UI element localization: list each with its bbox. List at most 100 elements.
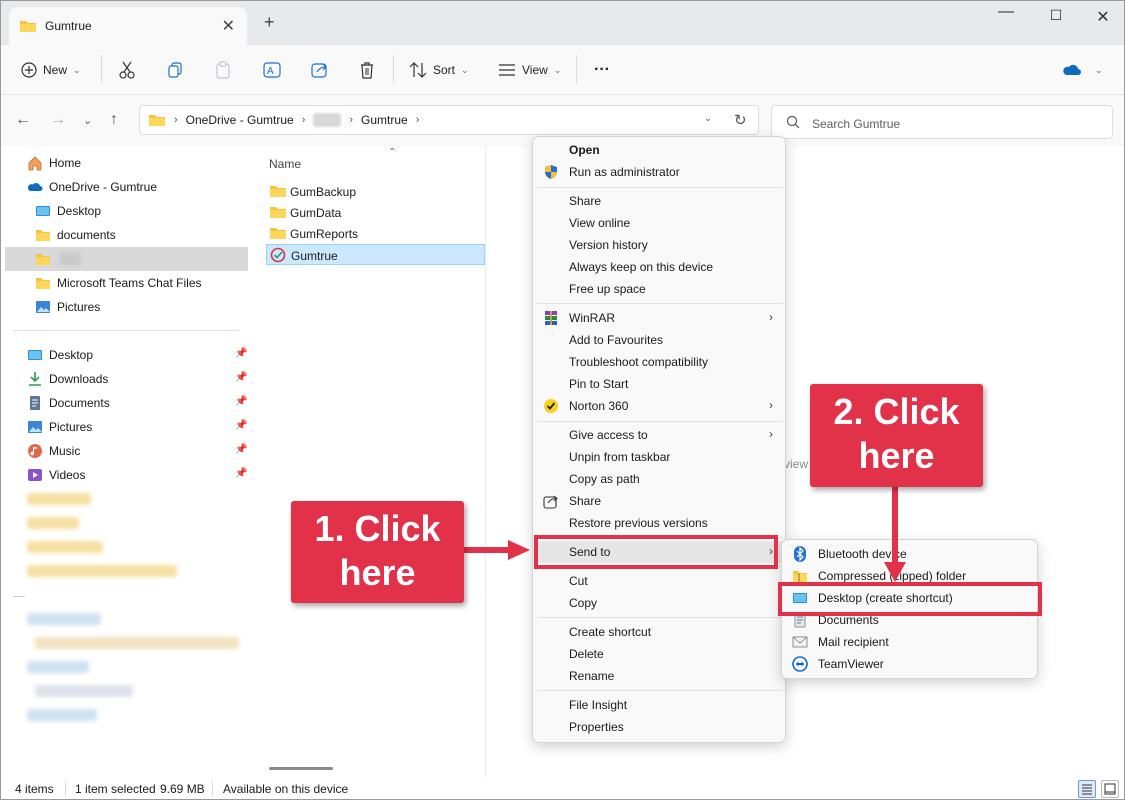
nav-item-desktop[interactable]: Desktop	[5, 199, 248, 223]
menu-item-copy[interactable]: Copy	[537, 592, 783, 614]
menu-item-winrar[interactable]: WinRAR ›	[537, 307, 783, 329]
redacted-pinned-item[interactable]	[27, 517, 79, 529]
file-row-gumreports[interactable]: GumReports	[266, 223, 485, 244]
documents-icon	[30, 396, 40, 410]
forward-arrow-icon[interactable]: →	[50, 111, 66, 129]
step-2-line-1: 2. Click	[833, 391, 960, 432]
redacted-nav-item[interactable]	[27, 661, 89, 673]
redacted-nav-item[interactable]	[35, 637, 239, 649]
pin-icon[interactable]: 📌	[235, 348, 247, 359]
menu-item-give-access[interactable]: Give access to ›	[537, 424, 783, 446]
menu-item-share[interactable]: Share	[537, 490, 783, 512]
redacted-pinned-item[interactable]	[27, 493, 91, 505]
menu-item-file-insight[interactable]: File Insight	[537, 694, 783, 716]
menu-divider	[537, 187, 783, 188]
copy-button[interactable]	[167, 59, 183, 81]
pin-icon[interactable]: 📌	[235, 396, 247, 407]
delete-button[interactable]	[359, 59, 375, 81]
sort-button[interactable]: Sort ⌄	[409, 59, 469, 81]
refresh-icon[interactable]: ↻	[734, 111, 747, 129]
view-icon	[499, 64, 515, 76]
menu-item-restore-previous[interactable]: Restore previous versions	[537, 512, 783, 534]
close-tab-icon[interactable]: ✕	[222, 16, 235, 36]
menu-item-run-as-administrator[interactable]: Run as administrator	[537, 161, 783, 183]
tab-gumtrue[interactable]: Gumtrue ✕	[9, 7, 247, 45]
nav-item-teams-chat-files[interactable]: Microsoft Teams Chat Files	[5, 271, 248, 295]
nav-item-documents-folder[interactable]: documents	[5, 223, 248, 247]
menu-item-pin-to-start[interactable]: Pin to Start	[537, 373, 783, 395]
close-window-button[interactable]: ✕	[1088, 7, 1118, 27]
menu-item-version-history[interactable]: Version history	[537, 234, 783, 256]
nav-item-selected-folder[interactable]	[5, 247, 248, 271]
quick-access-desktop[interactable]: Desktop 📌	[5, 343, 248, 367]
column-header-name[interactable]: Name	[269, 157, 301, 171]
send-to-teamviewer[interactable]: TeamViewer	[786, 653, 1035, 675]
recent-locations-chevron-icon[interactable]: ⌄	[83, 114, 92, 127]
menu-item-troubleshoot[interactable]: Troubleshoot compatibility	[537, 351, 783, 373]
up-arrow-icon[interactable]: ↑	[110, 111, 118, 129]
menu-item-norton[interactable]: Norton 360 ›	[537, 395, 783, 417]
tiles-view-toggle[interactable]	[1101, 780, 1119, 798]
pin-icon[interactable]: 📌	[235, 444, 247, 455]
address-dropdown-chevron-icon[interactable]: ⌄	[704, 113, 712, 124]
menu-item-rename[interactable]: Rename	[537, 665, 783, 687]
quick-access-downloads[interactable]: Downloads 📌	[5, 367, 248, 391]
onedrive-status-button[interactable]: ⌄	[1061, 59, 1103, 81]
quick-access-documents[interactable]: Documents 📌	[5, 391, 248, 415]
nav-item-home[interactable]: Home	[5, 151, 248, 175]
menu-item-unpin-taskbar[interactable]: Unpin from taskbar	[537, 446, 783, 468]
quick-access-videos[interactable]: Videos 📌	[5, 463, 248, 487]
nav-item-pictures-onedrive[interactable]: Pictures	[5, 295, 248, 319]
redacted-breadcrumb[interactable]	[313, 113, 342, 127]
file-row-gumtrue[interactable]: Gumtrue	[266, 244, 485, 265]
file-name: Gumtrue	[291, 249, 338, 263]
file-row-gumbackup[interactable]: GumBackup	[266, 181, 485, 202]
details-view-toggle[interactable]	[1078, 780, 1096, 798]
folder-icon	[270, 207, 286, 218]
paste-button[interactable]	[215, 59, 231, 81]
nav-divider	[13, 596, 25, 597]
menu-item-free-up-space[interactable]: Free up space	[537, 278, 783, 300]
menu-item-view-online[interactable]: View online	[537, 212, 783, 234]
pin-icon[interactable]: 📌	[235, 420, 247, 431]
menu-item-copy-as-path[interactable]: Copy as path	[537, 468, 783, 490]
view-button[interactable]: View ⌄	[498, 59, 561, 81]
quick-access-music[interactable]: Music 📌	[5, 439, 248, 463]
address-bar[interactable]: › OneDrive - Gumtrue › › Gumtrue › ⌄ ↻	[139, 105, 759, 135]
horizontal-scrollbar[interactable]	[269, 767, 333, 770]
new-button[interactable]: New ⌄	[21, 59, 81, 81]
folder-icon	[36, 230, 50, 241]
new-tab-button[interactable]: +	[264, 12, 275, 33]
back-arrow-icon[interactable]: ←	[15, 111, 31, 129]
quick-access-pictures[interactable]: Pictures 📌	[5, 415, 248, 439]
send-to-bluetooth[interactable]: Bluetooth device	[786, 543, 1035, 565]
menu-item-properties[interactable]: Properties	[537, 716, 783, 738]
pin-icon[interactable]: 📌	[235, 372, 247, 383]
file-row-gumdata[interactable]: GumData	[266, 202, 485, 223]
share-button[interactable]	[311, 59, 329, 81]
menu-item-delete[interactable]: Delete	[537, 643, 783, 665]
search-box[interactable]: Search Gumtrue	[771, 105, 1113, 139]
breadcrumb-gumtrue[interactable]: Gumtrue	[361, 113, 408, 127]
redacted-nav-item[interactable]	[27, 709, 97, 721]
send-to-mail-recipient[interactable]: Mail recipient	[786, 631, 1035, 653]
menu-item-always-keep[interactable]: Always keep on this device	[537, 256, 783, 278]
breadcrumb-onedrive[interactable]: OneDrive - Gumtrue	[186, 113, 294, 127]
menu-item-cut[interactable]: Cut	[537, 570, 783, 592]
rename-button[interactable]: A	[263, 59, 281, 81]
maximize-button[interactable]: ☐	[1041, 7, 1071, 27]
menu-item-open[interactable]: Open	[537, 139, 783, 161]
menu-item-create-shortcut[interactable]: Create shortcut	[537, 621, 783, 643]
cut-button[interactable]	[119, 59, 135, 81]
menu-item-add-to-favourites[interactable]: Add to Favourites	[537, 329, 783, 351]
redacted-nav-item[interactable]	[27, 613, 101, 625]
nav-item-onedrive[interactable]: OneDrive - Gumtrue	[5, 175, 248, 199]
redacted-nav-item[interactable]	[35, 685, 133, 697]
redacted-pinned-item[interactable]	[27, 541, 103, 553]
redacted-pinned-item[interactable]	[27, 565, 177, 577]
menu-item-share-onedrive[interactable]: Share	[537, 190, 783, 212]
minimize-button[interactable]: —	[991, 3, 1021, 23]
chevron-down-icon: ⌄	[1095, 64, 1103, 75]
more-options-button[interactable]: ···	[594, 59, 610, 81]
pin-icon[interactable]: 📌	[235, 468, 247, 479]
